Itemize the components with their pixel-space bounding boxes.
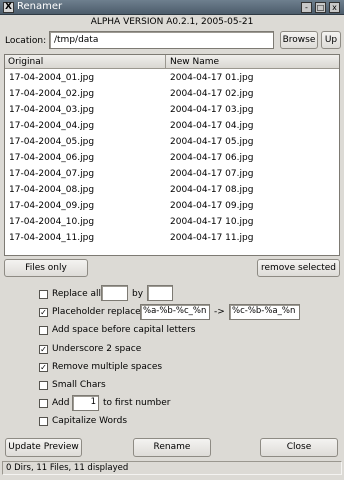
close-button[interactable]: Close: [260, 438, 338, 457]
placeholder-replace-label: Placeholder replace: [52, 307, 141, 317]
replace-from-input[interactable]: [101, 285, 128, 301]
new-name-cell: 2004-04-17 07.jpg: [170, 169, 254, 179]
replace-all-checkbox[interactable]: [39, 290, 48, 299]
original-cell: 17-04-2004_02.jpg: [9, 89, 95, 99]
placeholder-replace-checkbox[interactable]: ✓: [39, 308, 48, 317]
table-row[interactable]: 17-04-2004_05.jpg 2004-04-17 05.jpg: [5, 134, 339, 150]
original-cell: 17-04-2004_07.jpg: [9, 169, 95, 179]
version-label: ALPHA VERSION A0.2.1, 2005-05-21: [90, 17, 254, 27]
original-cell: 17-04-2004_11.jpg: [9, 233, 95, 243]
underscore-space-checkbox[interactable]: ✓: [39, 345, 48, 354]
status-bar: 0 Dirs, 11 Files, 11 displayed: [2, 461, 342, 475]
maximize-button[interactable]: □: [315, 2, 326, 13]
add-space-capitals-checkbox[interactable]: [39, 326, 48, 335]
table-row[interactable]: 17-04-2004_07.jpg 2004-04-17 07.jpg: [5, 166, 339, 182]
add-space-capitals-label: Add space before capital letters: [52, 325, 196, 335]
placeholder-result-input[interactable]: %c-%b-%a_%n: [229, 304, 300, 320]
original-cell: 17-04-2004_10.jpg: [9, 217, 95, 227]
table-row[interactable]: 17-04-2004_08.jpg 2004-04-17 08.jpg: [5, 182, 339, 198]
table-row[interactable]: 17-04-2004_10.jpg 2004-04-17 10.jpg: [5, 214, 339, 230]
original-cell: 17-04-2004_08.jpg: [9, 185, 95, 195]
file-table[interactable]: Original New Name 17-04-2004_01.jpg 2004…: [4, 54, 340, 256]
remove-multiple-spaces-label: Remove multiple spaces: [52, 362, 163, 372]
capitalize-words-checkbox[interactable]: [39, 417, 48, 426]
table-row[interactable]: 17-04-2004_09.jpg 2004-04-17 09.jpg: [5, 198, 339, 214]
location-label: Location:: [5, 36, 47, 46]
new-name-cell: 2004-04-17 02.jpg: [170, 89, 254, 99]
remove-multiple-spaces-checkbox[interactable]: ✓: [39, 363, 48, 372]
small-chars-label: Small Chars: [52, 380, 106, 390]
table-row[interactable]: 17-04-2004_11.jpg 2004-04-17 11.jpg: [5, 230, 339, 246]
table-row[interactable]: 17-04-2004_06.jpg 2004-04-17 06.jpg: [5, 150, 339, 166]
replace-all-label: Replace all: [52, 289, 101, 299]
remove-selected-button[interactable]: remove selected: [257, 259, 340, 277]
column-header-new-name[interactable]: New Name: [166, 55, 339, 69]
minimize-button[interactable]: -: [301, 2, 312, 13]
title-bar: X Renamer - □ x: [0, 0, 344, 15]
new-name-cell: 2004-04-17 04.jpg: [170, 121, 254, 131]
new-name-cell: 2004-04-17 01.jpg: [170, 73, 254, 83]
close-window-button[interactable]: x: [329, 2, 340, 13]
window-title: Renamer: [17, 1, 63, 12]
underscore-space-label: Underscore 2 space: [52, 344, 142, 354]
up-button[interactable]: Up: [321, 31, 341, 49]
to-first-number-label: to first number: [103, 398, 171, 408]
new-name-cell: 2004-04-17 08.jpg: [170, 185, 254, 195]
column-header-original[interactable]: Original: [5, 55, 166, 69]
table-row[interactable]: 17-04-2004_02.jpg 2004-04-17 02.jpg: [5, 86, 339, 102]
location-input[interactable]: /tmp/data: [49, 31, 274, 49]
capitalize-words-label: Capitalize Words: [52, 416, 128, 426]
new-name-cell: 2004-04-17 09.jpg: [170, 201, 254, 211]
app-x-icon[interactable]: X: [3, 2, 14, 13]
table-row[interactable]: 17-04-2004_01.jpg 2004-04-17 01.jpg: [5, 70, 339, 86]
by-label: by: [132, 289, 144, 299]
rename-button[interactable]: Rename: [133, 438, 211, 457]
new-name-cell: 2004-04-17 03.jpg: [170, 105, 254, 115]
arrow-label: ->: [214, 307, 225, 317]
original-cell: 17-04-2004_04.jpg: [9, 121, 95, 131]
add-number-checkbox[interactable]: [39, 399, 48, 408]
original-cell: 17-04-2004_05.jpg: [9, 137, 95, 147]
original-cell: 17-04-2004_06.jpg: [9, 153, 95, 163]
placeholder-pattern-input[interactable]: %a-%b-%c_%n: [140, 304, 210, 320]
new-name-cell: 2004-04-17 11.jpg: [170, 233, 254, 243]
new-name-cell: 2004-04-17 10.jpg: [170, 217, 254, 227]
original-cell: 17-04-2004_03.jpg: [9, 105, 95, 115]
add-number-label: Add: [52, 398, 70, 408]
browse-button[interactable]: Browse: [280, 31, 318, 49]
replace-by-input[interactable]: [147, 285, 173, 301]
small-chars-checkbox[interactable]: [39, 381, 48, 390]
original-cell: 17-04-2004_01.jpg: [9, 73, 95, 83]
add-number-input[interactable]: 1: [72, 395, 99, 411]
new-name-cell: 2004-04-17 06.jpg: [170, 153, 254, 163]
original-cell: 17-04-2004_09.jpg: [9, 201, 95, 211]
table-row[interactable]: 17-04-2004_03.jpg 2004-04-17 03.jpg: [5, 102, 339, 118]
files-only-button[interactable]: Files only: [4, 259, 88, 277]
new-name-cell: 2004-04-17 05.jpg: [170, 137, 254, 147]
table-row[interactable]: 17-04-2004_04.jpg 2004-04-17 04.jpg: [5, 118, 339, 134]
update-preview-button[interactable]: Update Preview: [5, 438, 82, 457]
